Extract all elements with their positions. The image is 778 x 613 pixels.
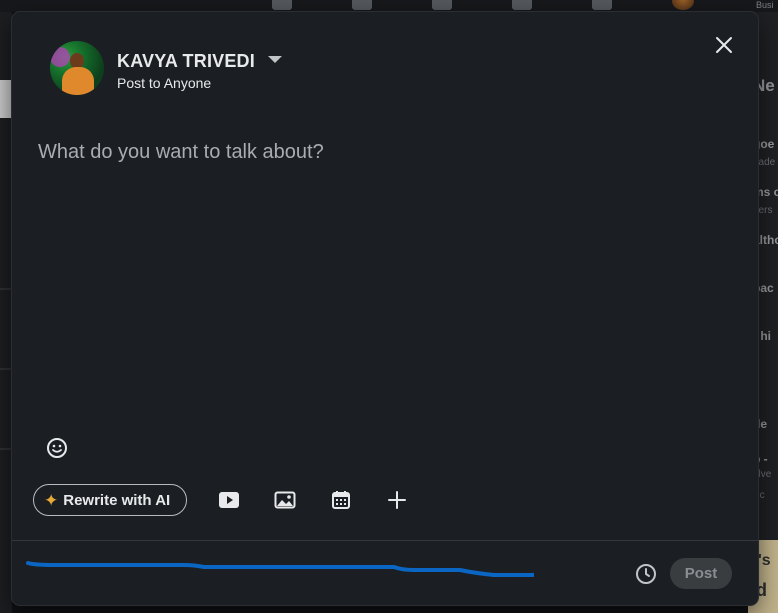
- add-video-button[interactable]: [216, 488, 242, 512]
- clock-icon: [636, 564, 656, 584]
- me-avatar: [672, 0, 694, 10]
- background-bottom-strip: [12, 605, 748, 613]
- messaging-icon: [512, 0, 532, 10]
- post-button[interactable]: Post: [670, 558, 732, 589]
- schedule-post-button[interactable]: [634, 562, 658, 586]
- background-topbar: Busi: [0, 0, 778, 12]
- close-icon: [716, 37, 732, 53]
- post-text-input[interactable]: What do you want to talk about?: [38, 141, 324, 164]
- network-icon: [352, 0, 372, 10]
- background-thumbnail: [0, 80, 12, 118]
- avatar-bokeh: [50, 47, 70, 67]
- avatar-body: [62, 67, 94, 95]
- plus-icon: [388, 491, 406, 509]
- topbar-business-label: Busi: [756, 0, 774, 10]
- create-event-button[interactable]: [328, 488, 354, 512]
- footer-divider: [12, 540, 758, 541]
- redaction-scribble: [26, 561, 534, 577]
- chevron-down-icon[interactable]: [268, 56, 282, 63]
- emoji-icon: [47, 438, 67, 458]
- post-visibility[interactable]: Post to Anyone: [117, 75, 211, 91]
- background-divider: [0, 288, 12, 290]
- rewrite-with-ai-label: Rewrite with AI: [63, 491, 171, 509]
- notifications-icon: [592, 0, 612, 10]
- screen: Busi Ne goe eade ms o ders althc bac t h…: [0, 0, 778, 613]
- promo-text: 's: [758, 552, 771, 569]
- home-icon: [272, 0, 292, 10]
- emoji-button[interactable]: [45, 436, 69, 460]
- author-avatar[interactable]: [50, 41, 104, 95]
- add-photo-button[interactable]: [272, 488, 298, 512]
- background-feed-edge: [0, 12, 12, 613]
- event-calendar-icon: [332, 491, 350, 509]
- more-options-button[interactable]: [384, 488, 410, 512]
- jobs-icon: [432, 0, 452, 10]
- close-button[interactable]: [709, 30, 739, 60]
- rewrite-with-ai-button[interactable]: ✦ Rewrite with AI: [33, 484, 187, 516]
- background-divider: [0, 368, 12, 370]
- author-name[interactable]: KAVYA TRIVEDI: [117, 51, 255, 72]
- sparkle-icon: ✦: [44, 490, 59, 510]
- video-icon: [219, 492, 239, 508]
- image-icon: [274, 491, 296, 509]
- background-divider: [0, 448, 12, 450]
- create-post-modal: KAVYA TRIVEDI Post to Anyone What do you…: [12, 12, 758, 605]
